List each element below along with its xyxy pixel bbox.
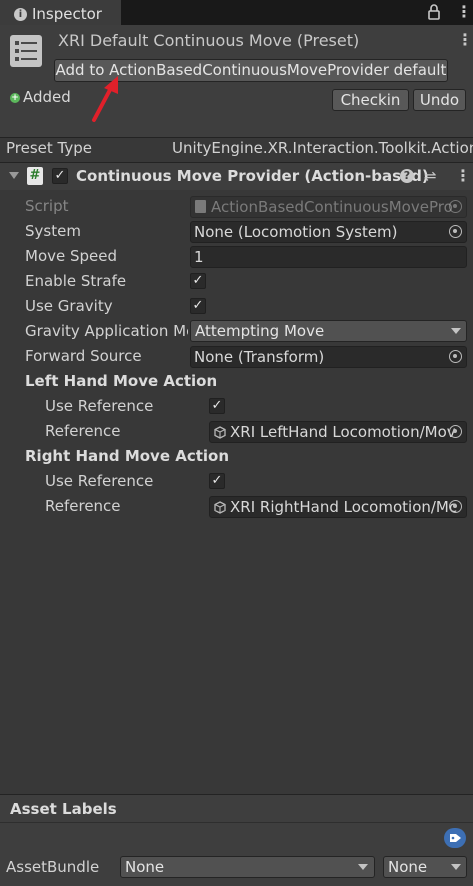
right-reference-field[interactable]: XRI RightHand Locomotion/Mc bbox=[209, 496, 467, 518]
system-field[interactable]: None (Locomotion System) bbox=[190, 221, 467, 243]
preset-type-label: Preset Type bbox=[6, 139, 92, 157]
left-reference-picker-icon[interactable] bbox=[449, 425, 462, 438]
right-use-reference-label: Use Reference bbox=[45, 472, 154, 490]
help-icon[interactable]: ? bbox=[400, 169, 414, 183]
left-use-reference-label: Use Reference bbox=[45, 397, 154, 415]
added-status-icon: + bbox=[10, 93, 20, 103]
divider bbox=[0, 822, 473, 823]
tab-inspector[interactable]: i Inspector bbox=[0, 0, 121, 25]
preset-menu-icon[interactable]: ⋮ bbox=[457, 32, 473, 48]
assetbundle-label: AssetBundle bbox=[6, 858, 100, 876]
use-gravity-checkbox[interactable]: ✓ bbox=[190, 298, 206, 314]
script-label: Script bbox=[25, 197, 69, 215]
move-speed-input[interactable]: 1 bbox=[190, 246, 467, 268]
left-reference-label: Reference bbox=[45, 422, 121, 440]
script-picker-icon bbox=[449, 200, 462, 213]
chevron-down-icon bbox=[451, 864, 461, 870]
component-title: Continuous Move Provider (Action-based) bbox=[76, 167, 429, 185]
chevron-down-icon bbox=[358, 864, 368, 870]
move-speed-label: Move Speed bbox=[25, 247, 118, 265]
script-file-icon bbox=[195, 200, 206, 213]
info-icon: i bbox=[14, 8, 27, 21]
preset-icon bbox=[10, 35, 42, 67]
gravity-mode-dropdown[interactable]: Attempting Move bbox=[190, 320, 467, 342]
system-picker-icon[interactable] bbox=[449, 225, 462, 238]
input-action-icon bbox=[214, 500, 226, 514]
annotation-arrow-icon bbox=[88, 74, 124, 126]
lock-icon[interactable] bbox=[428, 4, 440, 20]
assetbundle-dropdown[interactable]: None bbox=[120, 856, 375, 878]
tab-inspector-label: Inspector bbox=[32, 5, 102, 23]
right-reference-picker-icon[interactable] bbox=[449, 500, 462, 513]
preset-settings-icon[interactable]: ⇌ bbox=[424, 168, 437, 184]
component-menu-icon[interactable]: ⋮ bbox=[455, 168, 471, 184]
enable-strafe-checkbox[interactable]: ✓ bbox=[190, 273, 206, 289]
left-use-reference-checkbox[interactable]: ✓ bbox=[209, 398, 225, 414]
script-component-icon: # bbox=[27, 167, 43, 185]
left-reference-field[interactable]: XRI LeftHand Locomotion/Mov bbox=[209, 421, 467, 443]
added-status-label: Added bbox=[23, 88, 71, 106]
input-action-icon bbox=[214, 425, 226, 439]
chevron-down-icon bbox=[451, 328, 461, 334]
forward-source-label: Forward Source bbox=[25, 347, 142, 365]
preset-title: XRI Default Continuous Move (Preset) bbox=[58, 31, 360, 50]
forward-source-picker-icon[interactable] bbox=[449, 350, 462, 363]
right-hand-header: Right Hand Move Action bbox=[25, 447, 230, 465]
preset-type-value: UnityEngine.XR.Interaction.Toolkit.Actio… bbox=[172, 139, 473, 157]
script-field: ActionBasedContinuousMovePro bbox=[190, 196, 467, 218]
component-enabled-checkbox[interactable]: ✓ bbox=[52, 168, 68, 184]
asset-labels-header: Asset Labels bbox=[10, 800, 117, 818]
undo-button[interactable]: Undo bbox=[413, 89, 466, 111]
gravity-mode-label: Gravity Application Mc bbox=[25, 322, 188, 340]
left-hand-header: Left Hand Move Action bbox=[25, 372, 218, 390]
use-gravity-label: Use Gravity bbox=[25, 297, 113, 315]
right-use-reference-checkbox[interactable]: ✓ bbox=[209, 473, 225, 489]
foldout-arrow-icon[interactable] bbox=[9, 172, 19, 179]
right-reference-label: Reference bbox=[45, 497, 121, 515]
window-menu-icon[interactable]: ⋮ bbox=[456, 4, 472, 20]
divider bbox=[0, 137, 473, 138]
enable-strafe-label: Enable Strafe bbox=[25, 272, 127, 290]
forward-source-field[interactable]: None (Transform) bbox=[190, 346, 467, 368]
system-label: System bbox=[25, 222, 81, 240]
checkin-button[interactable]: Checkin bbox=[332, 89, 409, 111]
label-tag-icon[interactable] bbox=[444, 828, 466, 848]
